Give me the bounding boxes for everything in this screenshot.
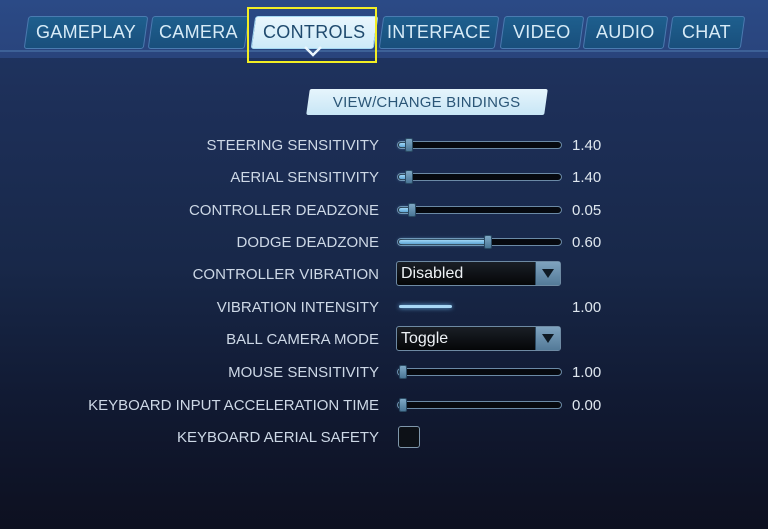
tab-audio-label: AUDIO	[596, 22, 655, 42]
aerial-sensitivity-label: AERIAL SENSITIVITY	[230, 169, 379, 186]
setting-steering-sensitivity: STEERING SENSITIVITY 1.40	[0, 133, 768, 157]
view-change-bindings-button[interactable]: VIEW/CHANGE BINDINGS	[306, 89, 548, 115]
setting-vibration-intensity: VIBRATION INTENSITY 1.00	[0, 295, 768, 319]
setting-keyboard-input-acceleration-time: KEYBOARD INPUT ACCELERATION TIME 0.00	[0, 393, 768, 417]
tab-interface[interactable]: INTERFACE	[378, 16, 500, 49]
view-change-bindings-label: VIEW/CHANGE BINDINGS	[333, 93, 521, 111]
tab-gameplay[interactable]: GAMEPLAY	[23, 16, 149, 49]
mouse-sensitivity-value: 1.00	[572, 364, 602, 381]
mouse-sensitivity-slider[interactable]	[397, 365, 562, 379]
ball-camera-mode-selected: Toggle	[401, 330, 449, 347]
ball-camera-mode-label: BALL CAMERA MODE	[226, 331, 379, 348]
dodge-deadzone-value: 0.60	[572, 234, 602, 251]
tab-chat-label: CHAT	[682, 22, 731, 42]
tab-chat[interactable]: CHAT	[667, 16, 746, 49]
steering-sensitivity-slider[interactable]	[397, 138, 562, 152]
setting-ball-camera-mode: BALL CAMERA MODE Toggle	[0, 326, 768, 351]
setting-mouse-sensitivity: MOUSE SENSITIVITY 1.00	[0, 360, 768, 384]
setting-controller-vibration: CONTROLLER VIBRATION Disabled	[0, 261, 768, 286]
keyboard-input-acceleration-time-label: KEYBOARD INPUT ACCELERATION TIME	[88, 397, 379, 414]
keyboard-aerial-safety-label: KEYBOARD AERIAL SAFETY	[176, 429, 379, 446]
tab-camera-label: CAMERA	[159, 22, 238, 42]
tab-audio[interactable]: AUDIO	[582, 16, 669, 49]
triangle-down-icon	[542, 269, 554, 278]
setting-keyboard-aerial-safety: KEYBOARD AERIAL SAFETY	[0, 425, 768, 449]
dodge-deadzone-label: DODGE DEADZONE	[236, 234, 379, 251]
tab-camera[interactable]: CAMERA	[147, 16, 250, 49]
controller-vibration-dropdown[interactable]: Disabled	[396, 261, 561, 286]
vibration-intensity-label: VIBRATION INTENSITY	[216, 299, 379, 316]
tab-video-label: VIDEO	[513, 22, 571, 42]
dropdown-arrow-button[interactable]	[535, 262, 560, 285]
triangle-down-icon	[542, 334, 554, 343]
controller-deadzone-slider[interactable]	[397, 203, 562, 217]
ball-camera-mode-dropdown[interactable]: Toggle	[396, 326, 561, 351]
slider-thumb[interactable]	[399, 398, 407, 412]
slider-thumb[interactable]	[484, 235, 493, 249]
mouse-sensitivity-label: MOUSE SENSITIVITY	[228, 364, 379, 381]
slider-thumb[interactable]	[405, 170, 414, 184]
setting-aerial-sensitivity: AERIAL SENSITIVITY 1.40	[0, 165, 768, 189]
tab-gameplay-label: GAMEPLAY	[35, 22, 137, 42]
controller-vibration-label: CONTROLLER VIBRATION	[192, 266, 379, 283]
controller-deadzone-label: CONTROLLER DEADZONE	[188, 202, 379, 219]
slider-fill	[399, 240, 487, 244]
dodge-deadzone-slider[interactable]	[397, 235, 562, 249]
slider-thumb[interactable]	[408, 203, 417, 217]
slider-thumb[interactable]	[399, 365, 407, 379]
controller-vibration-selected: Disabled	[401, 265, 464, 282]
slider-thumb[interactable]	[405, 138, 414, 152]
tab-bar-divider	[0, 50, 768, 52]
steering-sensitivity-label: STEERING SENSITIVITY	[206, 137, 379, 154]
aerial-sensitivity-slider[interactable]	[397, 170, 562, 184]
keyboard-input-acceleration-time-slider[interactable]	[397, 398, 562, 412]
vibration-intensity-bar[interactable]	[399, 305, 452, 308]
highlight-box	[247, 7, 377, 63]
keyboard-aerial-safety-checkbox[interactable]	[398, 426, 420, 448]
setting-controller-deadzone: CONTROLLER DEADZONE 0.05	[0, 198, 768, 222]
keyboard-input-acceleration-time-value: 0.00	[572, 397, 602, 414]
aerial-sensitivity-value: 1.40	[572, 169, 602, 186]
dropdown-arrow-button[interactable]	[535, 327, 560, 350]
tab-interface-label: INTERFACE	[387, 22, 491, 42]
vibration-intensity-value: 1.00	[572, 299, 602, 316]
tab-video[interactable]: VIDEO	[499, 16, 585, 49]
steering-sensitivity-value: 1.40	[572, 137, 602, 154]
controller-deadzone-value: 0.05	[572, 202, 602, 219]
setting-dodge-deadzone: DODGE DEADZONE 0.60	[0, 230, 768, 254]
